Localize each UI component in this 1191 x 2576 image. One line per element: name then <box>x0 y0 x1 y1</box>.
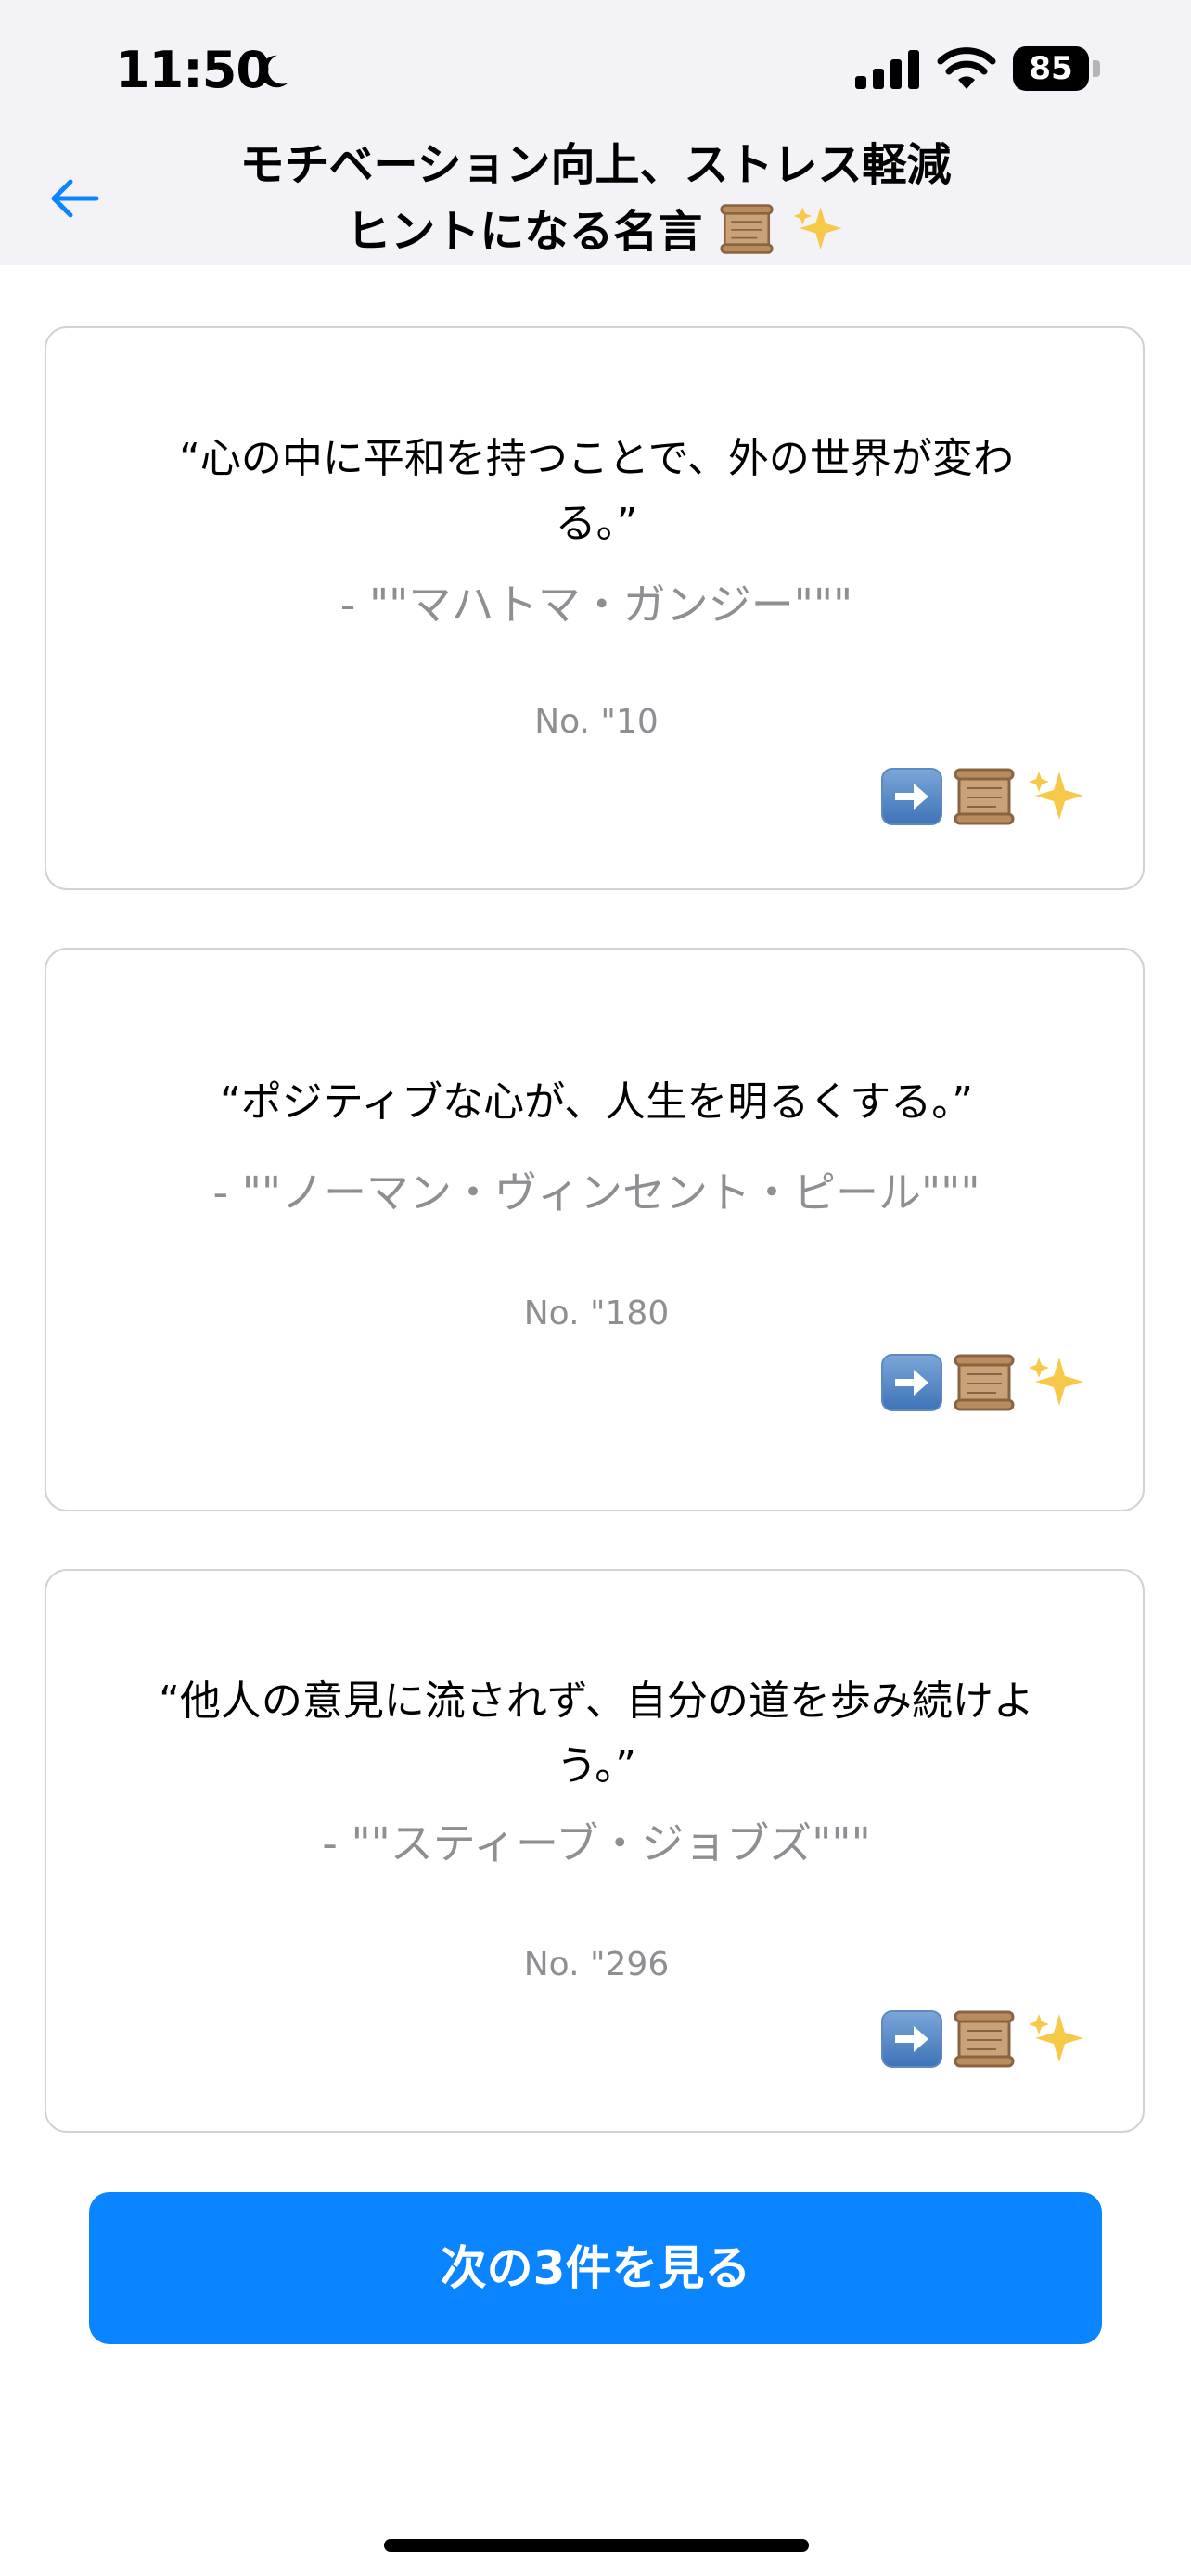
quote-number: No. "180 <box>523 1294 670 1333</box>
moon-icon <box>261 55 288 88</box>
right-arrow-icon[interactable] <box>881 768 942 825</box>
quote-card[interactable]: “他人の意見に流されず、自分の道を歩み続けよう。” - ""スティーブ・ジョブズ… <box>45 1569 1145 2133</box>
card-icon-row <box>881 2009 1087 2070</box>
card-icon-row <box>881 766 1087 827</box>
quote-number: No. "296 <box>523 1945 670 1983</box>
page-title-line1: モチベーション向上、ストレス軽減 <box>239 139 952 191</box>
quote-card[interactable]: “ポジティブな心が、人生を明るくする。” - ""ノーマン・ヴィンセント・ピール… <box>45 948 1145 1511</box>
quote-text: “ポジティブな心が、人生を明るくする。” <box>219 1078 974 1126</box>
wifi-icon <box>937 47 996 89</box>
sparkles-icon <box>1029 2014 1083 2062</box>
back-button[interactable] <box>37 165 111 232</box>
scroll-icon <box>954 768 1015 825</box>
sparkles-icon <box>1029 1358 1083 1406</box>
quote-author: - ""ノーマン・ヴィンセント・ピール""" <box>212 1167 980 1218</box>
back-arrow-icon <box>51 179 99 218</box>
page-title: モチベーション向上、ストレス軽減 ヒントになる名言 <box>167 132 1024 265</box>
battery-indicator: 85 <box>1013 46 1102 91</box>
battery-cap <box>1093 60 1100 77</box>
screen: 11:50 85 モチベーション向上、ストレス軽減 ヒントになる名言 “心の中に… <box>0 0 1191 2576</box>
page-title-line2: ヒントになる名言 <box>346 206 703 258</box>
sparkles-icon <box>793 207 842 249</box>
quote-text: “他人の意見に流されず、自分の道を歩み続けよう。” <box>159 1677 1034 1790</box>
scroll-icon <box>720 204 774 254</box>
quote-text: “心の中に平和を持つことで、外の世界が変わる。” <box>179 435 1014 547</box>
scroll-icon <box>954 1354 1015 1411</box>
cellular-signal-icon <box>855 50 919 89</box>
sparkles-icon <box>1029 772 1083 820</box>
status-time: 11:50 <box>115 41 271 99</box>
battery-level: 85 <box>1013 46 1089 91</box>
home-indicator <box>384 2539 809 2552</box>
quote-author: - ""スティーブ・ジョブズ""" <box>322 1818 871 1868</box>
navigation-header: 11:50 85 モチベーション向上、ストレス軽減 ヒントになる名言 <box>0 0 1191 265</box>
right-arrow-icon[interactable] <box>881 1354 942 1411</box>
next-three-button[interactable]: 次の3件を見る <box>89 2192 1102 2344</box>
card-icon-row <box>881 1352 1087 1413</box>
page-title-line2-row: ヒントになる名言 <box>167 198 1024 265</box>
right-arrow-icon[interactable] <box>881 2010 942 2068</box>
quote-author: - ""マハトマ・ガンジー""" <box>339 580 853 630</box>
quote-number: No. "10 <box>534 703 659 741</box>
scroll-icon <box>954 2010 1015 2068</box>
quote-card[interactable]: “心の中に平和を持つことで、外の世界が変わる。” - ""マハトマ・ガンジー""… <box>45 326 1145 890</box>
